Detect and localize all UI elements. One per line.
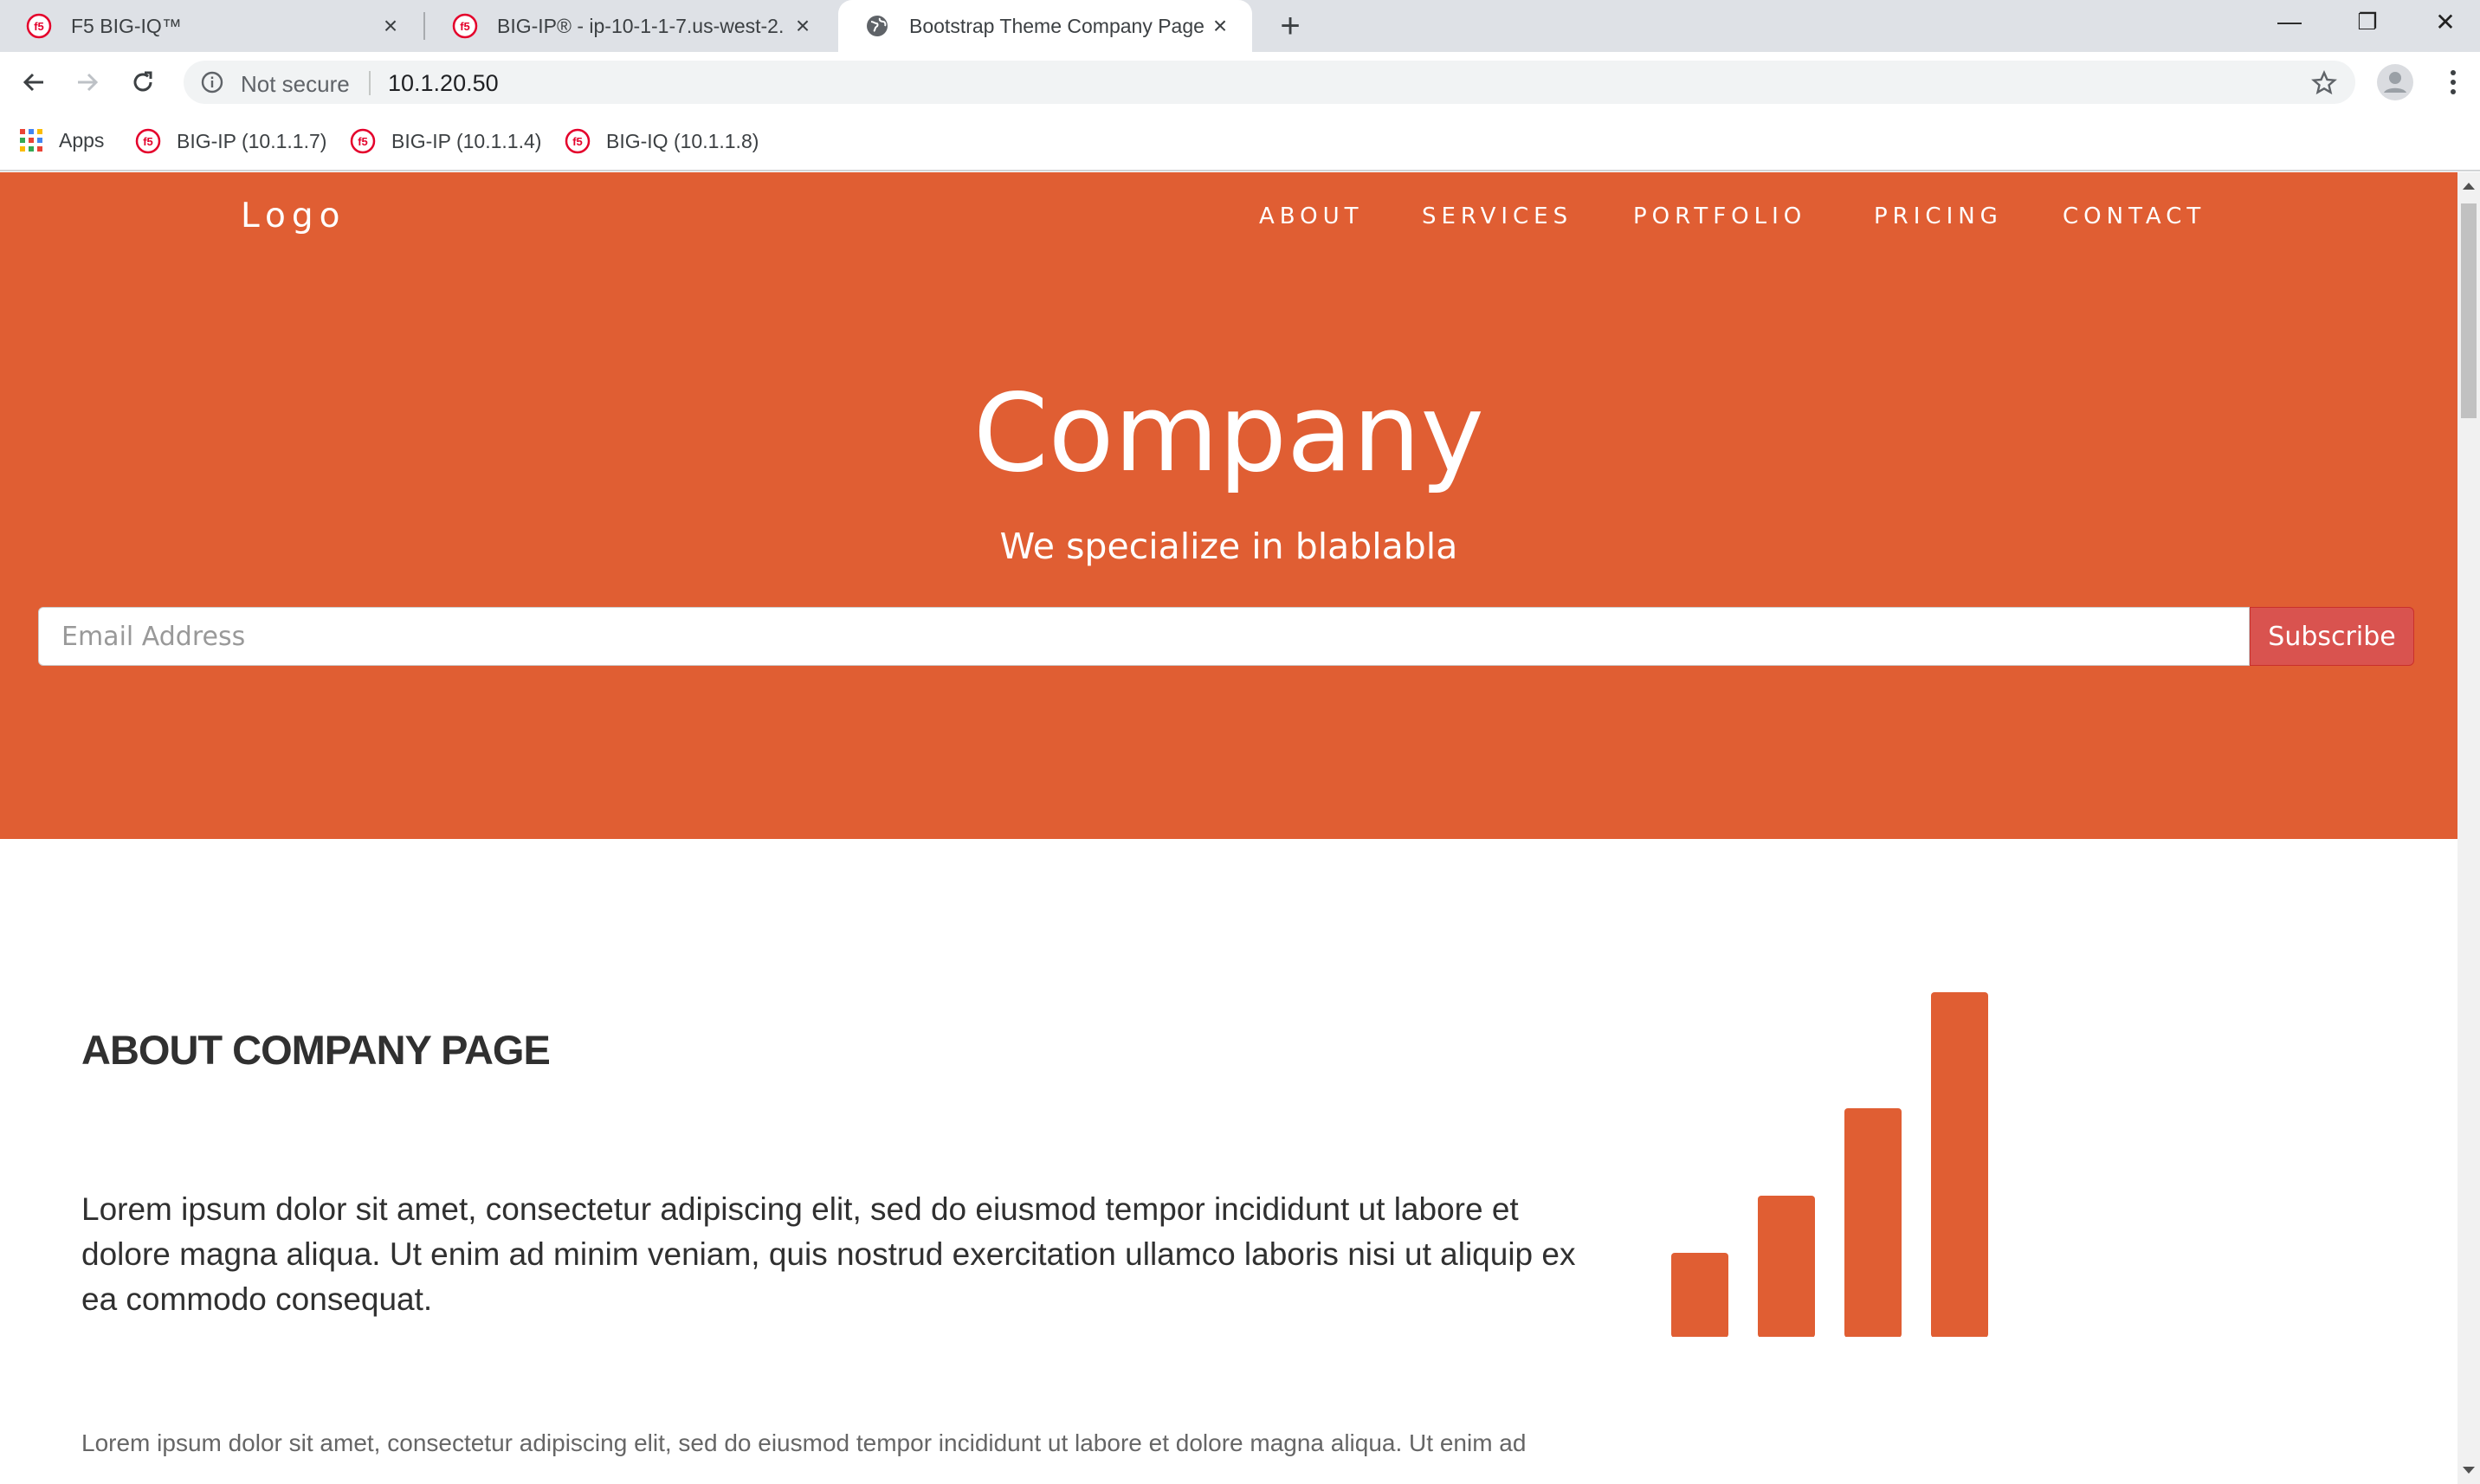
- bookmark-label: BIG-IP (10.1.1.7): [177, 129, 327, 152]
- address-bar[interactable]: Not secure 10.1.20.50: [184, 61, 2355, 104]
- tab-separator: [423, 12, 425, 40]
- tab-title: F5 BIG-IQ™: [71, 14, 182, 37]
- close-window-button[interactable]: ✕: [2407, 0, 2480, 43]
- svg-text:f5: f5: [572, 135, 583, 148]
- tab-title: Bootstrap Theme Company Page: [909, 14, 1204, 37]
- forward-button[interactable]: [68, 62, 107, 102]
- svg-text:f5: f5: [34, 20, 44, 33]
- kebab-menu-icon[interactable]: [2437, 66, 2470, 99]
- nav-link-pricing[interactable]: PRICING: [1874, 203, 2003, 229]
- divider: [369, 71, 371, 95]
- about-heading: ABOUT COMPANY PAGE: [81, 1027, 551, 1073]
- apps-grid-icon: [20, 129, 42, 152]
- bookmark-big-iq-8[interactable]: f5 BIG-IQ (10.1.1.8): [565, 128, 759, 154]
- bookmark-label: Apps: [59, 128, 105, 152]
- signal-bar-3: [1844, 1108, 1902, 1337]
- security-label[interactable]: Not secure: [241, 71, 350, 98]
- bookmarks-bar: Apps f5 BIG-IP (10.1.1.7) f5 BIG-IP (10.…: [0, 113, 2480, 171]
- hero-title: Company: [973, 371, 1484, 496]
- profile-avatar-icon[interactable]: [2374, 61, 2416, 103]
- info-icon[interactable]: [201, 71, 223, 94]
- f5-logo-icon: f5: [565, 128, 591, 154]
- minimize-button[interactable]: —: [2251, 0, 2328, 43]
- restore-button[interactable]: ❐: [2329, 0, 2406, 43]
- about-body-paragraph: Lorem ipsum dolor sit amet, consectetur …: [81, 1429, 1527, 1456]
- signal-bar-4: [1931, 992, 1988, 1337]
- bookmark-big-ip-4[interactable]: f5 BIG-IP (10.1.1.4): [350, 128, 541, 154]
- nav-link-contact[interactable]: CONTACT: [2063, 203, 2206, 229]
- arrow-left-icon: [23, 73, 43, 92]
- globe-icon: [867, 16, 888, 36]
- f5-logo-icon: f5: [452, 13, 478, 39]
- tab-strip: f5 F5 BIG-IQ™ × f5 BIG-IP® - ip-10-1-1-7…: [0, 0, 2480, 52]
- close-tab-icon[interactable]: ×: [378, 12, 404, 39]
- bookmark-big-ip-7[interactable]: f5 BIG-IP (10.1.1.7): [135, 128, 326, 154]
- scroll-down-arrow-icon[interactable]: [2457, 1461, 2480, 1479]
- f5-logo-icon: f5: [350, 128, 376, 154]
- nav-link-services[interactable]: SERVICES: [1422, 203, 1573, 229]
- browser-toolbar: Not secure 10.1.20.50: [0, 52, 2480, 113]
- reload-button[interactable]: [123, 62, 163, 102]
- signal-bars-icon: [1671, 992, 1988, 1337]
- signal-bar-2: [1758, 1196, 1815, 1337]
- tab-f5-big-iq[interactable]: f5 F5 BIG-IQ™ ×: [0, 0, 423, 52]
- tab-big-ip[interactable]: f5 BIG-IP® - ip-10-1-1-7.us-west-2. ×: [426, 0, 835, 52]
- reload-icon: [133, 71, 152, 92]
- f5-logo-icon: f5: [26, 13, 52, 39]
- nav-link-about[interactable]: ABOUT: [1259, 203, 1364, 229]
- tab-title: BIG-IP® - ip-10-1-1-7.us-west-2.: [497, 14, 785, 37]
- signal-bar-1: [1671, 1253, 1728, 1337]
- svg-text:f5: f5: [143, 135, 153, 148]
- bookmark-label: BIG-IQ (10.1.1.8): [606, 129, 759, 152]
- subscribe-button[interactable]: Subscribe: [2250, 607, 2414, 666]
- new-tab-button[interactable]: +: [1271, 7, 1309, 45]
- scrollbar-thumb[interactable]: [2461, 203, 2477, 418]
- url-text[interactable]: 10.1.20.50: [388, 70, 499, 97]
- svg-text:f5: f5: [358, 135, 368, 148]
- close-tab-icon[interactable]: ×: [1207, 12, 1233, 39]
- about-lead-paragraph: Lorem ipsum dolor sit amet, consectetur …: [81, 1191, 1576, 1317]
- back-button[interactable]: [14, 62, 54, 102]
- scroll-up-arrow-icon[interactable]: [2457, 177, 2480, 195]
- bookmark-apps[interactable]: Apps: [19, 128, 104, 152]
- hero-subtitle: We specialize in blablabla: [999, 526, 1458, 567]
- page-scrollbar[interactable]: [2457, 172, 2480, 1484]
- bookmark-label: BIG-IP (10.1.1.4): [391, 129, 542, 152]
- arrow-right-icon: [78, 73, 99, 92]
- page-viewport: Logo ABOUT SERVICES PORTFOLIO PRICING CO…: [0, 172, 2457, 1484]
- f5-logo-icon: f5: [135, 128, 161, 154]
- close-tab-icon[interactable]: ×: [790, 12, 816, 39]
- svg-text:f5: f5: [460, 20, 470, 33]
- email-input[interactable]: [38, 607, 2250, 666]
- site-logo[interactable]: Logo: [241, 197, 346, 236]
- bookmark-star-icon[interactable]: [2310, 69, 2338, 97]
- tab-bootstrap-theme[interactable]: Bootstrap Theme Company Page ×: [838, 0, 1252, 52]
- nav-link-portfolio[interactable]: PORTFOLIO: [1633, 203, 1806, 229]
- hero-section: Logo ABOUT SERVICES PORTFOLIO PRICING CO…: [0, 172, 2457, 839]
